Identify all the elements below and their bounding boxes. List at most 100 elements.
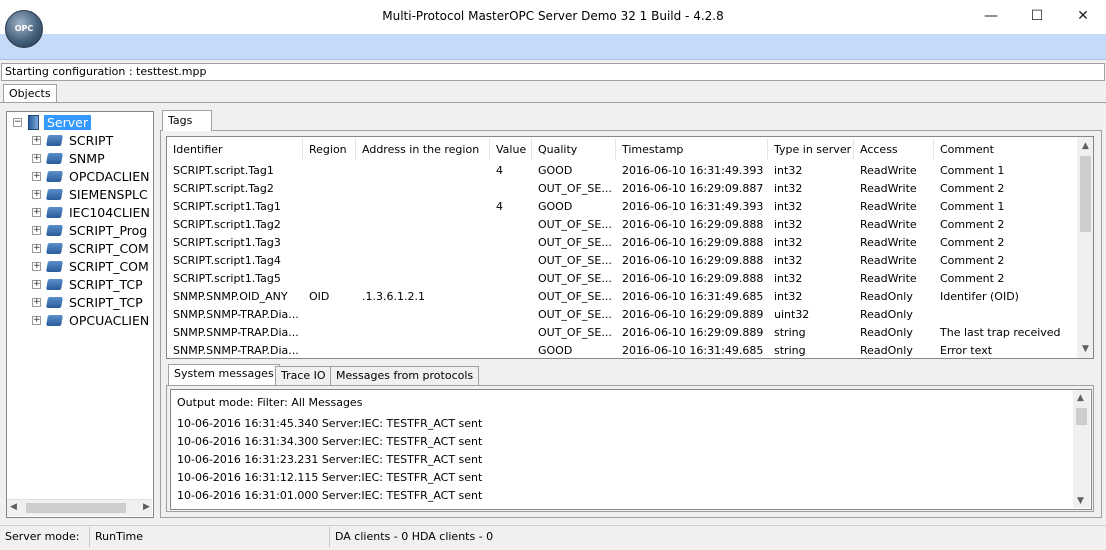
cell-value[interactable] [490, 254, 532, 272]
cell-type[interactable]: int32 [768, 200, 854, 218]
cell-comment[interactable]: Comment 2 [934, 218, 1078, 236]
app-logo[interactable]: OPC [5, 10, 43, 48]
cell-address[interactable] [356, 308, 490, 326]
cell-address[interactable] [356, 218, 490, 236]
cell-identifier[interactable]: SCRIPT.script.Tag1 [167, 164, 303, 182]
tree-node[interactable]: + SCRIPT_COM [32, 257, 149, 275]
cell-region[interactable] [303, 254, 356, 272]
cell-quality[interactable]: OUT_OF_SE... [532, 272, 616, 290]
cell-identifier[interactable]: SCRIPT.script1.Tag5 [167, 272, 303, 290]
cell-quality[interactable]: GOOD [532, 164, 616, 182]
expand-icon[interactable]: + [32, 153, 41, 163]
cell-address[interactable] [356, 272, 490, 290]
tree-node[interactable]: + SIEMENSPLC [32, 185, 148, 203]
cell-timestamp[interactable]: 2016-06-10 16:29:09.889 [616, 308, 768, 326]
cell-comment[interactable]: Error text [934, 344, 1078, 358]
cell-type[interactable]: string [768, 326, 854, 344]
cell-value[interactable] [490, 290, 532, 308]
grid-scroll-thumb[interactable] [1080, 156, 1091, 232]
cell-comment[interactable]: Comment 1 [934, 200, 1078, 218]
cell-region[interactable] [303, 308, 356, 326]
cell-address[interactable] [356, 182, 490, 200]
cell-quality[interactable]: GOOD [532, 200, 616, 218]
tree-node[interactable]: + OPCDACLIEN [32, 167, 149, 185]
column-header-comment[interactable]: Comment [934, 138, 1078, 160]
cell-type[interactable]: int32 [768, 182, 854, 200]
cell-timestamp[interactable]: 2016-06-10 16:29:09.888 [616, 218, 768, 236]
expand-icon[interactable]: + [32, 297, 41, 307]
cell-comment[interactable] [934, 308, 1078, 326]
cell-identifier[interactable]: SNMP.SNMP-TRAP.Dia... [167, 344, 303, 358]
tab-protocol-messages[interactable]: Messages from protocols [330, 366, 480, 385]
cell-timestamp[interactable]: 2016-06-10 16:29:09.889 [616, 326, 768, 344]
expand-icon[interactable]: + [32, 171, 41, 181]
scroll-up-icon[interactable]: ▲ [1077, 393, 1084, 403]
cell-region[interactable] [303, 326, 356, 344]
expand-icon[interactable]: + [32, 261, 41, 271]
cell-identifier[interactable]: SCRIPT.script1.Tag1 [167, 200, 303, 218]
cell-type[interactable]: int32 [768, 218, 854, 236]
object-tree[interactable]: − Server + SCRIPT + SNMP + OPCDACLIEN + SIEM… [6, 111, 154, 518]
column-header-quality[interactable]: Quality [532, 138, 616, 160]
cell-type[interactable]: int32 [768, 254, 854, 272]
expand-icon[interactable]: + [32, 207, 41, 217]
cell-timestamp[interactable]: 2016-06-10 16:31:49.685 [616, 290, 768, 308]
cell-comment[interactable]: The last trap received [934, 326, 1078, 344]
cell-address[interactable]: .1.3.6.1.2.1 [356, 290, 490, 308]
cell-quality[interactable]: OUT_OF_SE... [532, 308, 616, 326]
cell-region[interactable] [303, 164, 356, 182]
cell-timestamp[interactable]: 2016-06-10 16:31:49.393 [616, 164, 768, 182]
cell-address[interactable] [356, 254, 490, 272]
cell-access[interactable]: ReadOnly [854, 290, 934, 308]
expand-icon[interactable]: + [32, 225, 41, 235]
cell-comment[interactable]: Comment 2 [934, 182, 1078, 200]
cell-region[interactable]: OID [303, 290, 356, 308]
cell-address[interactable] [356, 326, 490, 344]
tree-node-server[interactable]: − Server [13, 113, 91, 131]
cell-type[interactable]: int32 [768, 164, 854, 182]
cell-access[interactable]: ReadWrite [854, 236, 934, 254]
cell-identifier[interactable]: SCRIPT.script1.Tag2 [167, 218, 303, 236]
cell-comment[interactable]: Comment 2 [934, 272, 1078, 290]
expand-icon[interactable]: + [32, 243, 41, 253]
expand-icon[interactable]: + [32, 315, 41, 325]
cell-type[interactable]: int32 [768, 236, 854, 254]
log-scroll-thumb[interactable] [1076, 408, 1087, 425]
cell-comment[interactable]: Comment 1 [934, 164, 1078, 182]
cell-access[interactable]: ReadOnly [854, 308, 934, 326]
tree-node[interactable]: + SCRIPT_TCP [32, 293, 143, 311]
cell-value[interactable] [490, 218, 532, 236]
cell-region[interactable] [303, 236, 356, 254]
system-messages-log[interactable]: Output mode: Filter: All Messages 10-06-… [170, 389, 1092, 510]
cell-access[interactable]: ReadWrite [854, 254, 934, 272]
cell-access[interactable]: ReadWrite [854, 272, 934, 290]
expand-icon[interactable]: + [32, 135, 41, 145]
cell-region[interactable] [303, 200, 356, 218]
cell-identifier[interactable]: SNMP.SNMP-TRAP.Dia... [167, 326, 303, 344]
scroll-left-icon[interactable]: ◀ [10, 502, 17, 512]
cell-value[interactable] [490, 326, 532, 344]
cell-comment[interactable]: Comment 2 [934, 236, 1078, 254]
tree-node[interactable]: + SNMP [32, 149, 105, 167]
scroll-down-icon[interactable]: ▼ [1082, 344, 1089, 354]
column-header-access[interactable]: Access [854, 138, 934, 160]
cell-address[interactable] [356, 200, 490, 218]
column-header-region[interactable]: Region [303, 138, 356, 160]
tree-node[interactable]: + SCRIPT [32, 131, 113, 149]
cell-timestamp[interactable]: 2016-06-10 16:29:09.887 [616, 182, 768, 200]
cell-quality[interactable]: OUT_OF_SE... [532, 290, 616, 308]
tab-system-messages[interactable]: System messages [168, 364, 280, 385]
column-header-value[interactable]: Value [490, 138, 532, 160]
cell-value[interactable] [490, 272, 532, 290]
cell-address[interactable] [356, 236, 490, 254]
cell-identifier[interactable]: SNMP.SNMP-TRAP.Dia... [167, 308, 303, 326]
tab-trace-io[interactable]: Trace IO [275, 366, 332, 385]
collapse-icon[interactable]: − [13, 117, 22, 127]
cell-value[interactable] [490, 308, 532, 326]
column-header-type[interactable]: Type in server [768, 138, 854, 160]
cell-access[interactable]: ReadWrite [854, 200, 934, 218]
cell-timestamp[interactable]: 2016-06-10 16:29:09.888 [616, 272, 768, 290]
tab-tags[interactable]: Tags [162, 110, 212, 131]
cell-quality[interactable]: OUT_OF_SE... [532, 218, 616, 236]
cell-type[interactable]: uint32 [768, 308, 854, 326]
